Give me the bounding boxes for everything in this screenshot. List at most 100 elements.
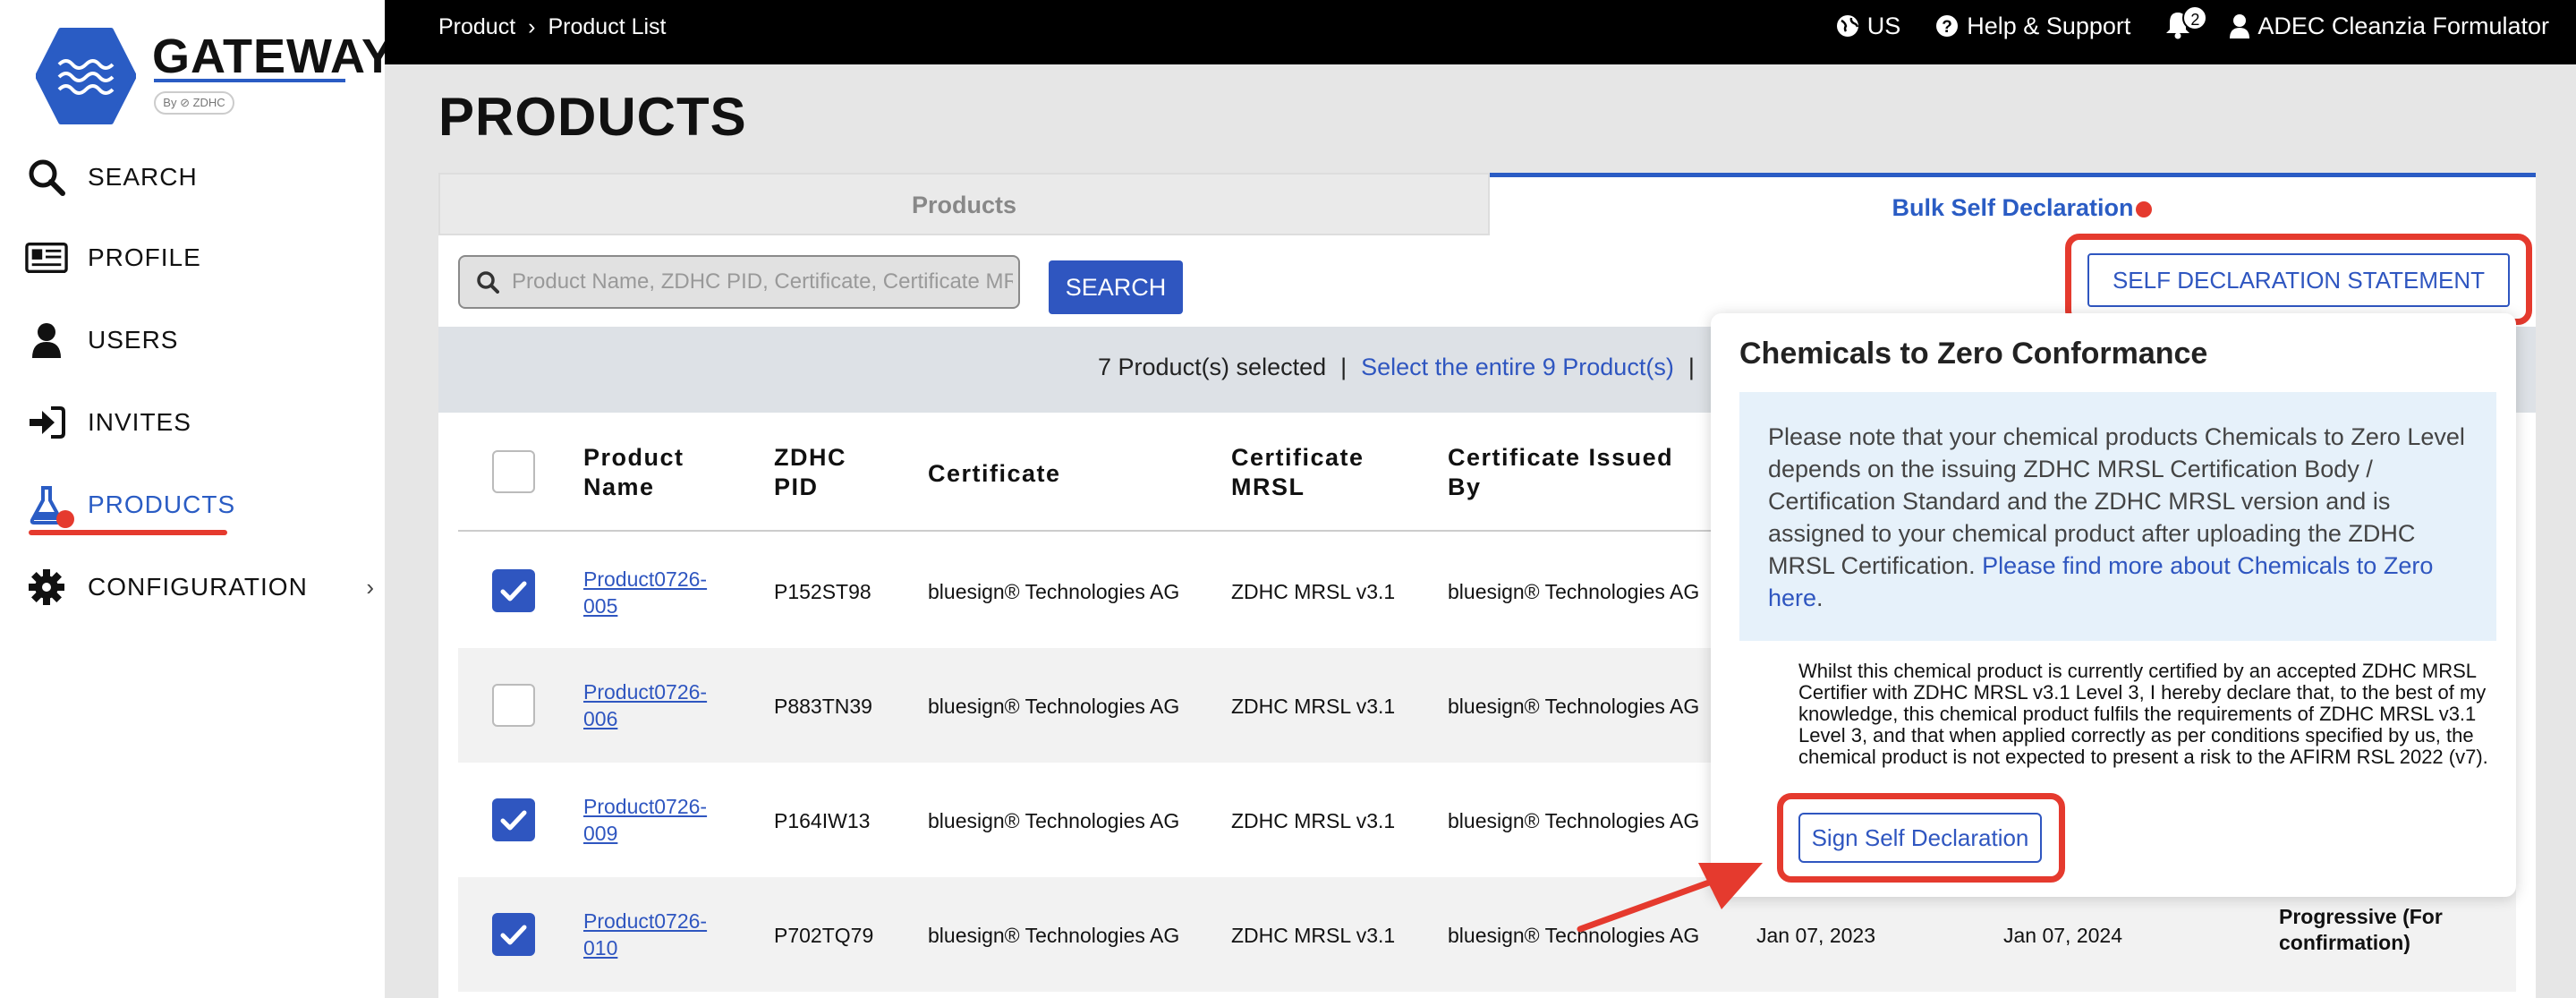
help-support-label: Help & Support xyxy=(1967,12,2131,39)
tab-bulk-self-declaration[interactable]: Bulk Self Declaration xyxy=(1490,173,2536,235)
breadcrumb-product-list[interactable]: Product List xyxy=(548,14,667,40)
gateway-logo[interactable]: GATEWAY By ⊘ ZDHC xyxy=(36,27,394,125)
waves-logo-icon xyxy=(36,28,136,124)
row-checkbox-checked[interactable] xyxy=(492,913,535,956)
zdhc-pid-cell: P883TN39 xyxy=(774,695,872,718)
selected-count-text: 7 Product(s) selected xyxy=(1098,354,1327,380)
expiry-date-cell: Jan 07, 2024 xyxy=(2003,924,2123,947)
brand-name: GATEWAY xyxy=(152,30,395,83)
user-icon xyxy=(25,319,68,362)
sidebar: GATEWAY By ⊘ ZDHC SEARCH PROFILE USERS I… xyxy=(0,0,394,998)
separator: | xyxy=(1688,354,1695,380)
sidebar-item-label: PROFILE xyxy=(88,243,201,271)
page-title: PRODUCTS xyxy=(438,87,747,147)
info-period: . xyxy=(1816,584,1824,611)
self-declaration-statement-button[interactable]: SELF DECLARATION STATEMENT xyxy=(2087,253,2510,307)
certificate-mrsl-cell: ZDHC MRSL v3.1 xyxy=(1231,695,1396,718)
row-checkbox-unchecked[interactable] xyxy=(492,684,535,727)
certificate-mrsl-cell: ZDHC MRSL v3.1 xyxy=(1231,809,1396,832)
sidebar-item-products[interactable]: PRODUCTS xyxy=(25,478,374,532)
declaration-text: Whilst this chemical product is currentl… xyxy=(1798,660,2488,768)
svg-text:?: ? xyxy=(1942,18,1952,37)
globe-icon xyxy=(1836,15,1858,37)
zdhc-pid-cell: P702TQ79 xyxy=(774,924,874,947)
help-support-link[interactable]: ? Help & Support xyxy=(1934,13,2130,40)
region-selector[interactable]: US xyxy=(1835,12,1901,40)
breadcrumb-separator-icon: › xyxy=(528,14,536,39)
sidebar-item-label: USERS xyxy=(88,326,179,354)
zdhc-pid-cell: P152ST98 xyxy=(774,580,871,603)
sidebar-item-invites[interactable]: INVITES xyxy=(25,396,374,449)
certificate-mrsl-cell: ZDHC MRSL v3.1 xyxy=(1231,580,1396,603)
sidebar-item-label: PRODUCTS xyxy=(88,490,236,518)
topbar-actions: US ? Help & Support 2 ADEC Cleanzia Form… xyxy=(1835,5,2549,41)
checkmark-icon xyxy=(500,810,527,831)
sidebar-item-label: SEARCH xyxy=(88,163,198,191)
issue-date-cell: Jan 07, 2023 xyxy=(1756,924,1876,947)
certificate-cell: bluesign® Technologies AG xyxy=(928,809,1180,832)
tab-products[interactable]: Products xyxy=(438,173,1490,235)
certificate-mrsl-cell: ZDHC MRSL v3.1 xyxy=(1231,924,1396,947)
column-header-zdhc-pid[interactable]: ZDHC PID xyxy=(774,443,872,502)
chemicals-to-zero-popover: Chemicals to Zero Conformance Please not… xyxy=(1711,313,2516,897)
region-label: US xyxy=(1866,12,1901,39)
profile-card-icon xyxy=(25,236,68,279)
popover-title: Chemicals to Zero Conformance xyxy=(1739,337,2208,371)
zdhc-pid-cell: P164IW13 xyxy=(774,809,871,832)
user-name: ADEC Cleanzia Formulator xyxy=(2257,12,2549,39)
sidebar-item-label: CONFIGURATION xyxy=(88,573,308,601)
search-icon xyxy=(25,156,68,199)
separator: | xyxy=(1340,354,1348,380)
sidebar-item-users[interactable]: USERS xyxy=(25,313,374,367)
issued-by-cell: bluesign® Technologies AG xyxy=(1448,695,1700,718)
sidebar-item-profile[interactable]: PROFILE xyxy=(25,231,374,285)
sidebar-item-label: INVITES xyxy=(88,408,191,436)
select-all-checkbox[interactable] xyxy=(492,450,535,493)
row-checkbox-checked[interactable] xyxy=(492,798,535,841)
sidebar-item-search[interactable]: SEARCH xyxy=(25,150,374,204)
chevron-right-icon: › xyxy=(366,573,374,601)
annotation-dot xyxy=(2136,201,2152,218)
search-icon xyxy=(477,271,499,294)
product-name-link[interactable]: Product0726-009 xyxy=(583,793,707,847)
row-checkbox-checked[interactable] xyxy=(492,569,535,612)
certificate-cell: bluesign® Technologies AG xyxy=(928,695,1180,718)
column-header-certificate-mrsl[interactable]: Certificate MRSL xyxy=(1231,443,1410,502)
top-bar: Product › Product List US ? Help & Suppo… xyxy=(385,0,2576,64)
checkmark-icon xyxy=(500,925,527,945)
sign-self-declaration-button[interactable]: Sign Self Declaration xyxy=(1798,813,2042,863)
breadcrumb: Product › Product List xyxy=(438,14,667,40)
selection-summary: 7 Product(s) selected | Select the entir… xyxy=(1098,354,1695,381)
brand-underline xyxy=(154,79,345,82)
annotation-arrow-icon xyxy=(1577,863,1763,933)
annotation-dot xyxy=(56,510,74,528)
info-notice: Please note that your chemical products … xyxy=(1739,392,2496,641)
sidebar-item-configuration[interactable]: CONFIGURATION › xyxy=(25,560,374,614)
column-header-certificate-issued-by[interactable]: Certificate Issued By xyxy=(1448,443,1707,502)
question-circle-icon: ? xyxy=(1936,15,1959,37)
user-icon xyxy=(2230,14,2250,38)
product-name-link[interactable]: Product0726-010 xyxy=(583,908,707,961)
column-header-certificate[interactable]: Certificate xyxy=(928,459,1061,489)
search-field[interactable] xyxy=(458,255,1020,309)
annotation-underline xyxy=(29,530,227,535)
column-header-product-name[interactable]: Product Name xyxy=(583,443,718,502)
user-menu[interactable]: ADEC Cleanzia Formulator xyxy=(2229,13,2549,40)
product-name-link[interactable]: Product0726-005 xyxy=(583,566,707,619)
issued-by-cell: bluesign® Technologies AG xyxy=(1448,580,1700,603)
conformance-level-cell: Progressive (For confirmation) xyxy=(2279,905,2443,954)
search-input[interactable] xyxy=(512,269,1013,294)
notification-count-badge: 2 xyxy=(2182,5,2208,30)
issued-by-cell: bluesign® Technologies AG xyxy=(1448,809,1700,832)
certificate-cell: bluesign® Technologies AG xyxy=(928,924,1180,947)
brand-by-label: By ⊘ ZDHC xyxy=(154,91,234,115)
notifications-button[interactable]: 2 xyxy=(2164,5,2208,41)
checkmark-icon xyxy=(500,581,527,601)
select-all-link[interactable]: Select the entire 9 Product(s) xyxy=(1361,354,1674,381)
search-button[interactable]: SEARCH xyxy=(1049,260,1183,314)
product-name-link[interactable]: Product0726-006 xyxy=(583,678,707,732)
certificate-cell: bluesign® Technologies AG xyxy=(928,580,1180,603)
sign-in-icon xyxy=(25,401,68,444)
breadcrumb-product[interactable]: Product xyxy=(438,14,515,40)
gear-icon xyxy=(25,566,68,609)
